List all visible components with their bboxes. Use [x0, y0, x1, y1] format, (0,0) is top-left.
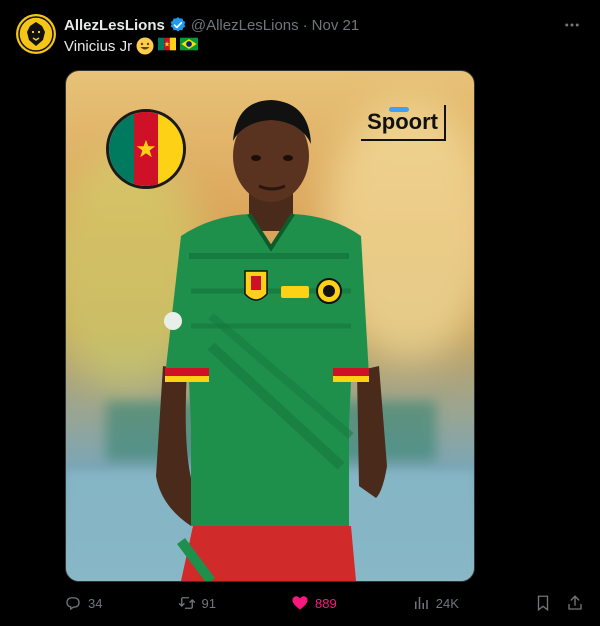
smiley-emoji-icon: [136, 37, 154, 55]
brazil-flag-emoji-icon: [180, 37, 199, 55]
retweet-icon: [178, 597, 195, 609]
right-actions: [534, 594, 584, 612]
reply-icon: [66, 597, 80, 611]
retweet-button[interactable]: 91: [178, 594, 216, 612]
bookmark-button[interactable]: [534, 594, 552, 612]
tweet-header: AllezLesLions @AllezLesLions · Nov 21: [64, 15, 359, 35]
like-button[interactable]: 889: [291, 594, 337, 612]
views-button[interactable]: 24K: [412, 594, 459, 612]
header-separator: ·: [302, 16, 308, 34]
author-name[interactable]: AllezLesLions: [64, 17, 165, 34]
tweet-text: Vinicius Jr: [64, 37, 199, 55]
player-illustration: [156, 100, 387, 581]
verified-badge-icon: [169, 16, 187, 34]
retweet-count: 91: [201, 595, 216, 611]
heart-filled-icon: [292, 596, 308, 610]
more-horizontal-icon: [565, 23, 579, 27]
tweet-date[interactable]: Nov 21: [312, 17, 360, 34]
share-button[interactable]: [566, 594, 584, 612]
like-count: 889: [315, 595, 337, 611]
tweet-actions: 34 91 889 24K: [64, 590, 584, 616]
views-count: 24K: [435, 595, 459, 611]
bookmark-icon: [537, 595, 549, 612]
reply-button[interactable]: 34: [64, 594, 102, 612]
analytics-icon: [414, 597, 428, 609]
share-icon: [568, 595, 582, 610]
tweet-text-content: Vinicius Jr: [64, 37, 133, 55]
reply-count: 34: [88, 595, 103, 611]
avatar[interactable]: [16, 14, 56, 54]
tweet-media-image[interactable]: Spoort: [65, 70, 475, 582]
more-options-button[interactable]: [560, 13, 584, 37]
author-handle[interactable]: @AllezLesLions: [191, 17, 299, 34]
tweet[interactable]: AllezLesLions @AllezLesLions · Nov 21 Vi…: [0, 0, 600, 626]
lion-logo-icon: [18, 16, 54, 52]
cameroon-flag-emoji-icon: [158, 37, 177, 55]
